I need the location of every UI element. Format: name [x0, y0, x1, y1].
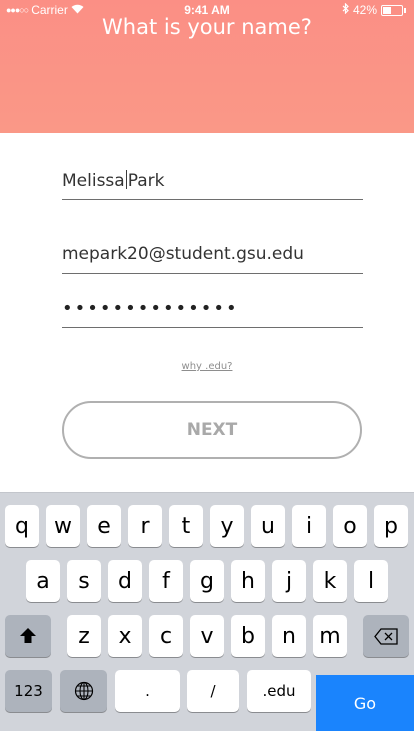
key-b[interactable]: b [231, 615, 265, 657]
key-n[interactable]: n [272, 615, 306, 657]
key-y[interactable]: y [210, 505, 244, 547]
email-field[interactable]: mepark20@student.gsu.edu [62, 234, 363, 274]
backspace-icon [374, 627, 398, 645]
email-value: mepark20@student.gsu.edu [62, 244, 304, 264]
key-d[interactable]: d [108, 560, 142, 602]
key-i[interactable]: i [292, 505, 326, 547]
edu-key[interactable]: .edu [247, 670, 311, 712]
globe-icon [74, 681, 93, 701]
key-j[interactable]: j [272, 560, 306, 602]
shift-icon [20, 628, 36, 643]
slash-key[interactable]: / [187, 670, 239, 712]
shift-key[interactable] [5, 615, 51, 657]
header: ●●●○○ Carrier 9:41 AM 42% What is your n… [0, 0, 414, 133]
name-field[interactable]: Melissa Park [62, 160, 363, 200]
key-h[interactable]: h [231, 560, 265, 602]
key-w[interactable]: w [46, 505, 80, 547]
key-m[interactable]: m [313, 615, 347, 657]
key-c[interactable]: c [149, 615, 183, 657]
battery-icon [381, 4, 403, 16]
key-x[interactable]: x [108, 615, 142, 657]
key-u[interactable]: u [251, 505, 285, 547]
key-s[interactable]: s [67, 560, 101, 602]
key-o[interactable]: o [333, 505, 367, 547]
page-title: What is your name? [102, 15, 312, 39]
key-k[interactable]: k [313, 560, 347, 602]
key-l[interactable]: l [354, 560, 388, 602]
password-value: •••••••••••••• [62, 298, 239, 319]
key-t[interactable]: t [169, 505, 203, 547]
backspace-key[interactable] [363, 615, 409, 657]
keyboard: q w e r t y u i o p a s d f g h j k l z … [0, 492, 414, 731]
password-field[interactable]: •••••••••••••• [62, 288, 363, 328]
why-edu-link[interactable]: why .edu? [0, 361, 414, 372]
name-first: Melissa [62, 171, 125, 191]
name-last: Park [127, 171, 165, 191]
battery-tip [404, 7, 406, 13]
key-r[interactable]: r [128, 505, 162, 547]
key-e[interactable]: e [87, 505, 121, 547]
numbers-key[interactable]: 123 [5, 670, 52, 712]
key-z[interactable]: z [67, 615, 101, 657]
key-a[interactable]: a [26, 560, 60, 602]
text-caret [125, 170, 127, 189]
key-g[interactable]: g [190, 560, 224, 602]
go-key[interactable]: Go [316, 675, 414, 731]
period-key[interactable]: . [115, 670, 180, 712]
key-q[interactable]: q [5, 505, 39, 547]
globe-key[interactable] [60, 670, 107, 712]
next-button[interactable]: NEXT [62, 401, 362, 459]
key-f[interactable]: f [149, 560, 183, 602]
key-v[interactable]: v [190, 615, 224, 657]
key-p[interactable]: p [374, 505, 408, 547]
